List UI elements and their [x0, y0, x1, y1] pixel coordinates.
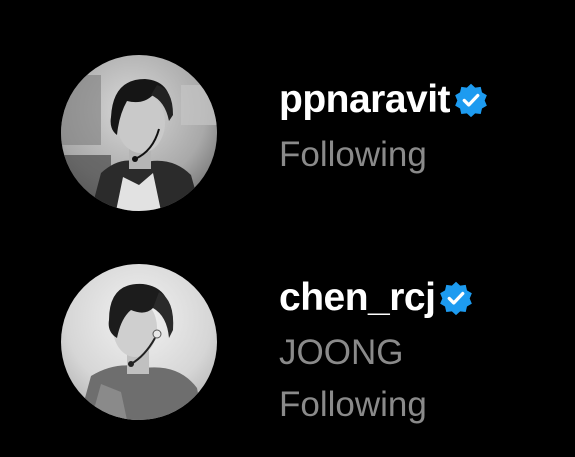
avatar[interactable] [61, 55, 217, 211]
profile-photo [61, 55, 217, 211]
verified-badge-icon [455, 83, 487, 118]
display-name: JOONG [279, 333, 404, 372]
username[interactable]: ppnaravit [279, 79, 451, 121]
account-row-ppnaravit[interactable]: ppnaravit Following [0, 55, 575, 212]
avatar[interactable] [61, 264, 217, 420]
account-row-chen-rcj[interactable]: chen_rcj JOONG Following [0, 264, 575, 424]
profile-photo [61, 264, 217, 420]
username[interactable]: chen_rcj [279, 277, 436, 319]
following-status: Following [279, 135, 427, 174]
verified-badge-icon [440, 281, 473, 316]
following-status: Following [279, 385, 427, 424]
